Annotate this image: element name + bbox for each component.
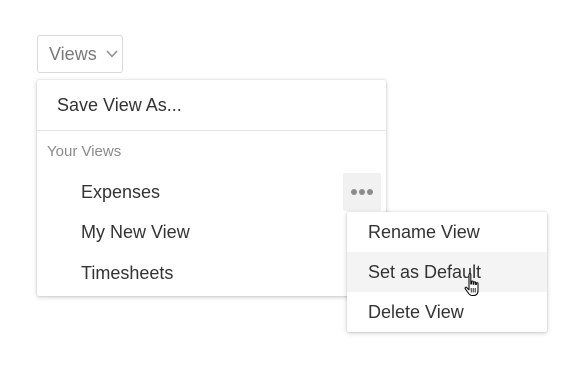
view-item-label: My New View xyxy=(81,221,190,242)
view-item-my-new-view[interactable]: My New View xyxy=(37,212,386,252)
delete-view-item[interactable]: Delete View xyxy=(347,292,547,332)
menu-divider xyxy=(37,130,386,131)
view-options-button[interactable] xyxy=(343,173,381,211)
hand-cursor-icon xyxy=(462,272,486,300)
views-menu-stage: Views Save View As... Your Views Expense… xyxy=(0,0,583,368)
your-views-heading: Your Views xyxy=(47,143,122,160)
view-item-timesheets[interactable]: Timesheets xyxy=(37,253,386,293)
chevron-down-icon xyxy=(106,48,118,60)
view-context-menu: Rename View Set as Default Delete View xyxy=(347,212,547,332)
views-dropdown-label: Views xyxy=(49,43,97,64)
view-item-expenses[interactable]: Expenses xyxy=(37,172,386,212)
rename-view-item[interactable]: Rename View xyxy=(347,212,547,252)
set-as-default-item[interactable]: Set as Default xyxy=(347,252,547,292)
views-dropdown-button[interactable]: Views xyxy=(37,35,123,73)
more-dot xyxy=(359,189,365,195)
views-menu: Save View As... Your Views Expenses My N… xyxy=(37,80,386,296)
more-horizontal-icon xyxy=(351,189,357,195)
save-view-as-item[interactable]: Save View As... xyxy=(37,80,386,130)
view-item-label: Timesheets xyxy=(81,262,174,283)
more-dot xyxy=(367,189,373,195)
view-item-label: Expenses xyxy=(81,181,161,202)
